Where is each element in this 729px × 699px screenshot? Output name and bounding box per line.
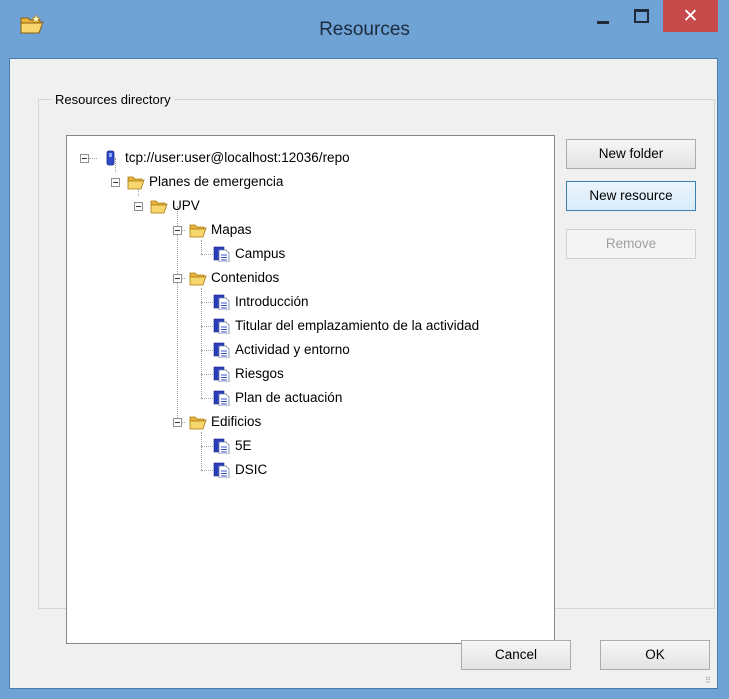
resources-directory-label: Resources directory	[52, 92, 174, 107]
folder-icon	[189, 224, 207, 238]
resource-icon	[213, 462, 230, 478]
folder-icon	[189, 416, 207, 430]
resource-icon	[213, 342, 230, 358]
resources-window: Resources ✕ Resources directory tcp://us…	[0, 0, 729, 699]
title-bar[interactable]: Resources ✕	[0, 0, 729, 58]
minimize-button[interactable]	[589, 6, 619, 30]
resource-icon	[213, 390, 230, 406]
close-button[interactable]: ✕	[663, 0, 718, 32]
close-icon: ✕	[682, 5, 699, 27]
repository-icon	[106, 150, 115, 166]
collapse-toggle[interactable]	[111, 178, 120, 187]
resource-icon	[213, 318, 230, 334]
resource-icon	[213, 438, 230, 454]
resource-icon	[213, 246, 230, 262]
new-folder-button[interactable]: New folder	[566, 139, 696, 169]
folder-icon	[189, 272, 207, 286]
folder-icon	[150, 200, 168, 214]
resource-icon	[213, 366, 230, 382]
resource-icon	[213, 294, 230, 310]
folder-icon	[127, 176, 145, 190]
maximize-button[interactable]	[626, 6, 656, 30]
cancel-button[interactable]: Cancel	[461, 640, 571, 670]
resize-grip[interactable]: ⠿	[705, 676, 715, 686]
collapse-toggle[interactable]	[173, 418, 182, 427]
ok-button[interactable]: OK	[600, 640, 710, 670]
collapse-toggle[interactable]	[80, 154, 89, 163]
collapse-toggle[interactable]	[134, 202, 143, 211]
remove-button[interactable]: Remove	[566, 229, 696, 259]
new-resource-button[interactable]: New resource	[566, 181, 696, 211]
window-title: Resources	[319, 19, 410, 40]
collapse-toggle[interactable]	[173, 226, 182, 235]
collapse-toggle[interactable]	[173, 274, 182, 283]
resources-tree[interactable]: tcp://user:user@localhost:12036/repo Pla…	[66, 135, 555, 644]
dialog-client-area: Resources directory tcp://user:user@loca…	[9, 58, 718, 689]
